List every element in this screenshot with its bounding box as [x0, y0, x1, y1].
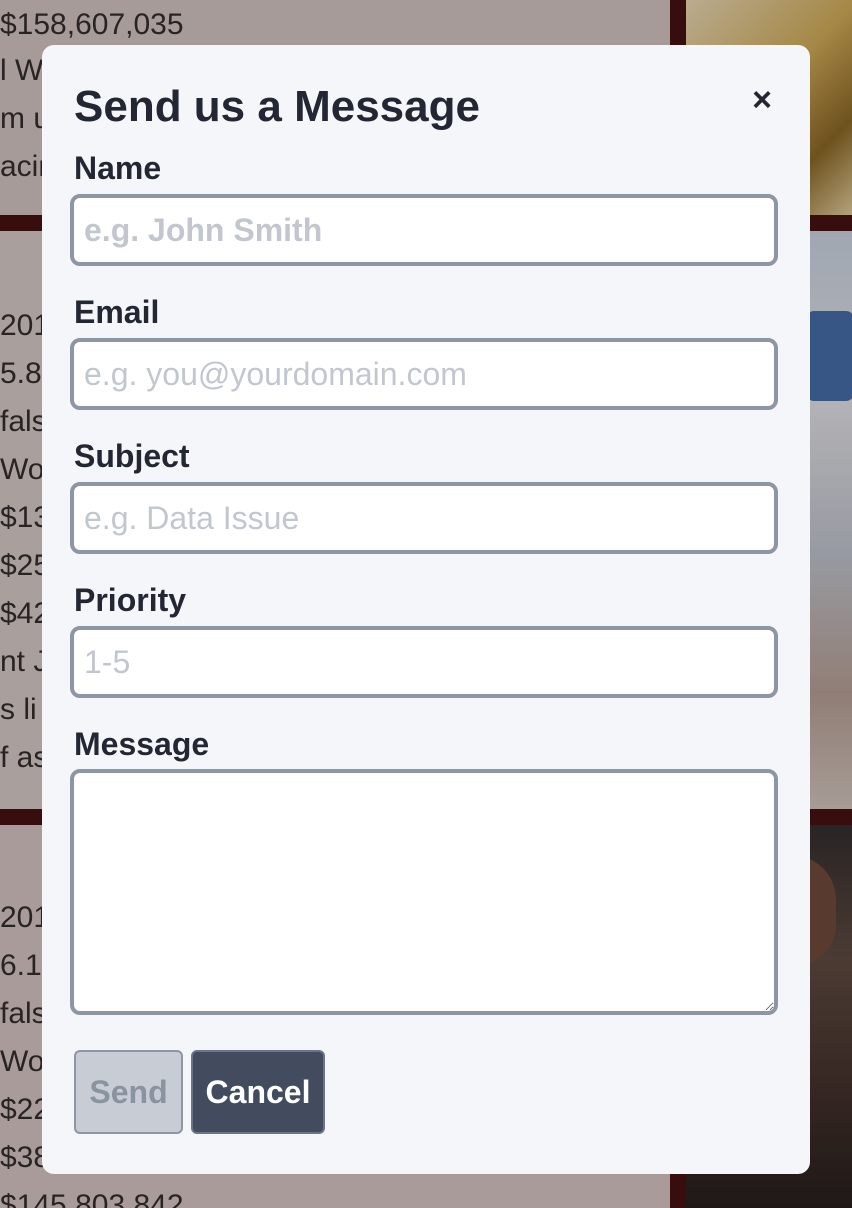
name-label: Name: [74, 150, 162, 186]
subject-label: Subject: [74, 438, 190, 474]
send-button[interactable]: Send: [74, 1050, 183, 1134]
name-input[interactable]: [70, 194, 778, 266]
modal-title: Send us a Message: [74, 82, 480, 131]
cancel-button[interactable]: Cancel: [191, 1050, 325, 1134]
subject-input[interactable]: [70, 482, 778, 554]
priority-input[interactable]: [70, 626, 778, 698]
message-textarea[interactable]: [70, 769, 778, 1015]
message-label: Message: [74, 726, 210, 762]
email-input[interactable]: [70, 338, 778, 410]
close-icon[interactable]: ×: [742, 83, 782, 117]
email-label: Email: [74, 294, 160, 330]
priority-label: Priority: [74, 582, 187, 618]
contact-modal: Send us a Message × Name Email Subject P…: [42, 45, 810, 1174]
